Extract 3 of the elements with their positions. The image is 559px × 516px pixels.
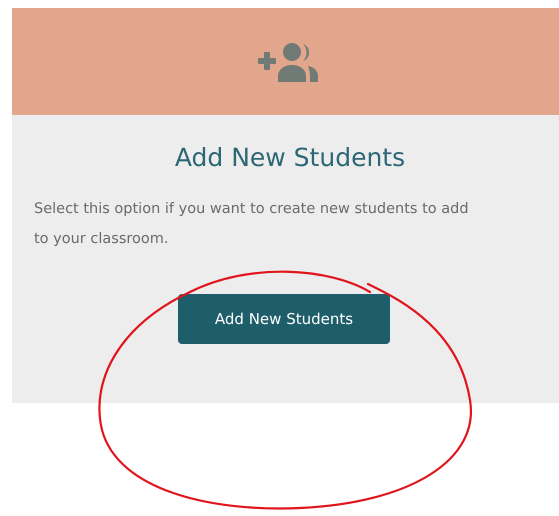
card-description: Select this option if you want to create new students to add to your classroom.	[34, 200, 470, 249]
add-students-button[interactable]: Add New Students	[178, 294, 390, 344]
card-title: Add New Students	[174, 143, 406, 172]
